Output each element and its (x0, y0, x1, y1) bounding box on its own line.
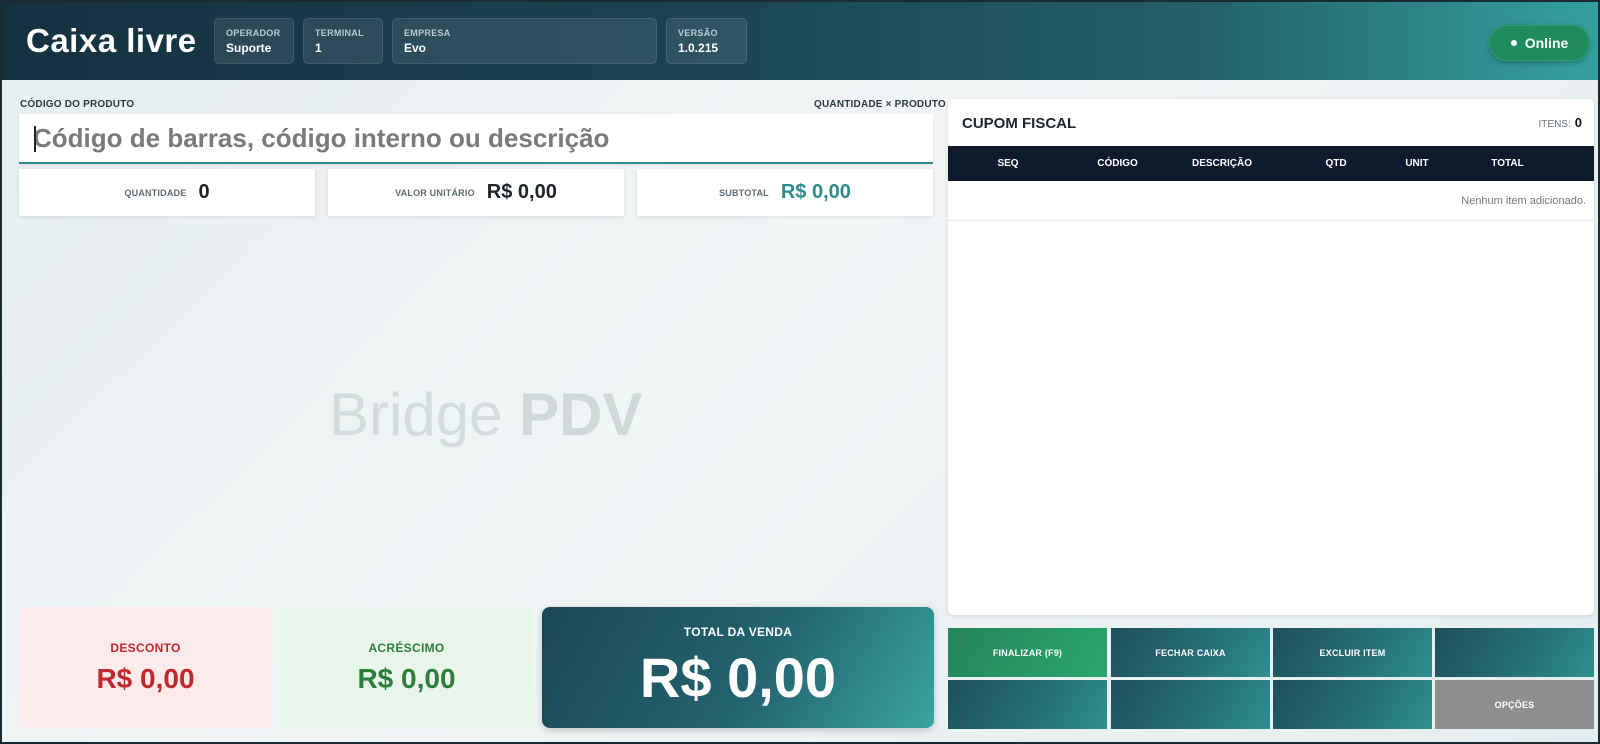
surcharge-card[interactable]: ACRÉSCIMO R$ 0,00 (280, 607, 533, 728)
unit-price-value: R$ 0,00 (486, 181, 557, 203)
watermark-light-text: Bridge (329, 381, 503, 448)
coupon-table-header: SEQ CÓDIGO DESCRIÇÃO QTD UNIT TOTAL (948, 146, 1594, 181)
version-info-card: VERSÃO 1.0.215 (666, 18, 747, 64)
function-button-empty-4[interactable] (1273, 680, 1432, 729)
function-button-empty-2[interactable] (948, 680, 1107, 729)
options-button[interactable]: OPÇÕES (1435, 680, 1594, 729)
column-header-unit: UNIT (1405, 158, 1429, 169)
finalize-sale-button[interactable]: FINALIZAR (F9) (948, 628, 1107, 677)
quantity-value: 0 (198, 181, 210, 203)
sale-total-value: R$ 0,00 (639, 646, 837, 709)
sale-total-label: TOTAL DA VENDA (683, 625, 793, 639)
terminal-info-card: TERMINAL 1 (303, 18, 383, 64)
column-header-seq: SEQ (997, 158, 1019, 169)
surcharge-value: R$ 0,00 (357, 662, 456, 694)
operator-label: OPERADOR (226, 28, 281, 38)
online-status-badge: Online (1489, 25, 1590, 61)
top-header: Caixa livre OPERADOR Suporte TERMINAL 1 … (2, 2, 1598, 80)
fiscal-coupon-panel: CUPOM FISCAL ITENS: 0 SEQ CÓDIGO DESCRIÇ… (948, 99, 1594, 615)
column-header-qty: QTD (1325, 158, 1347, 169)
unit-price-label: VALOR UNITÁRIO (395, 187, 475, 198)
terminal-value: 1 (315, 41, 322, 55)
operator-value: Suporte (226, 41, 272, 55)
surcharge-label: ACRÉSCIMO (368, 640, 445, 655)
column-header-code: CÓDIGO (1097, 158, 1138, 169)
bridge-pdv-watermark-logo: Bridge PDV (329, 380, 642, 449)
company-label: EMPRESA (404, 28, 451, 38)
operator-info-card: OPERADOR Suporte (214, 18, 294, 64)
delete-item-button[interactable]: EXCLUIR ITEM (1273, 628, 1432, 677)
version-value: 1.0.215 (678, 41, 719, 55)
watermark-bold-text: PDV (519, 381, 643, 448)
product-search-box (19, 114, 933, 164)
subtotal-label: SUBTOTAL (719, 187, 769, 198)
company-value: Evo (404, 41, 427, 55)
product-code-label: CÓDIGO DO PRODUTO (20, 99, 135, 110)
discount-value: R$ 0,00 (96, 662, 195, 694)
items-count-label: ITENS: (1538, 119, 1571, 130)
items-count: ITENS: 0 (1539, 115, 1582, 130)
online-status-label: Online (1524, 35, 1569, 51)
text-caret (34, 126, 36, 152)
quantity-card: QUANTIDADE 0 (19, 169, 315, 216)
sale-total-card: TOTAL DA VENDA R$ 0,00 (542, 607, 934, 728)
quantity-label: QUANTIDADE (124, 187, 187, 198)
status-dot-icon (1510, 40, 1517, 46)
quantity-times-product-hint: QUANTIDADE × PRODUTO (814, 99, 946, 110)
function-button-empty-3[interactable] (1111, 680, 1270, 729)
discount-card[interactable]: DESCONTO R$ 0,00 (19, 607, 272, 728)
items-count-value: 0 (1574, 115, 1582, 130)
function-button-empty-1[interactable] (1435, 628, 1594, 677)
subtotal-card: SUBTOTAL R$ 0,00 (637, 169, 933, 216)
discount-label: DESCONTO (110, 640, 181, 655)
coupon-title: CUPOM FISCAL (962, 115, 1077, 132)
app-window: Caixa livre OPERADOR Suporte TERMINAL 1 … (0, 0, 1600, 744)
subtotal-value: R$ 0,00 (780, 181, 851, 203)
column-header-total: TOTAL (1491, 158, 1524, 169)
company-info-card: EMPRESA Evo (392, 18, 657, 64)
column-header-description: DESCRIÇÃO (1191, 158, 1252, 169)
unit-price-card: VALOR UNITÁRIO R$ 0,00 (328, 169, 624, 216)
register-status-title: Caixa livre (26, 22, 197, 59)
empty-coupon-message: Nenhum item adicionado. (948, 181, 1594, 221)
terminal-label: TERMINAL (315, 28, 364, 38)
close-register-button[interactable]: FECHAR CAIXA (1111, 628, 1270, 677)
product-search-input[interactable] (19, 114, 933, 162)
version-label: VERSÃO (678, 28, 718, 38)
